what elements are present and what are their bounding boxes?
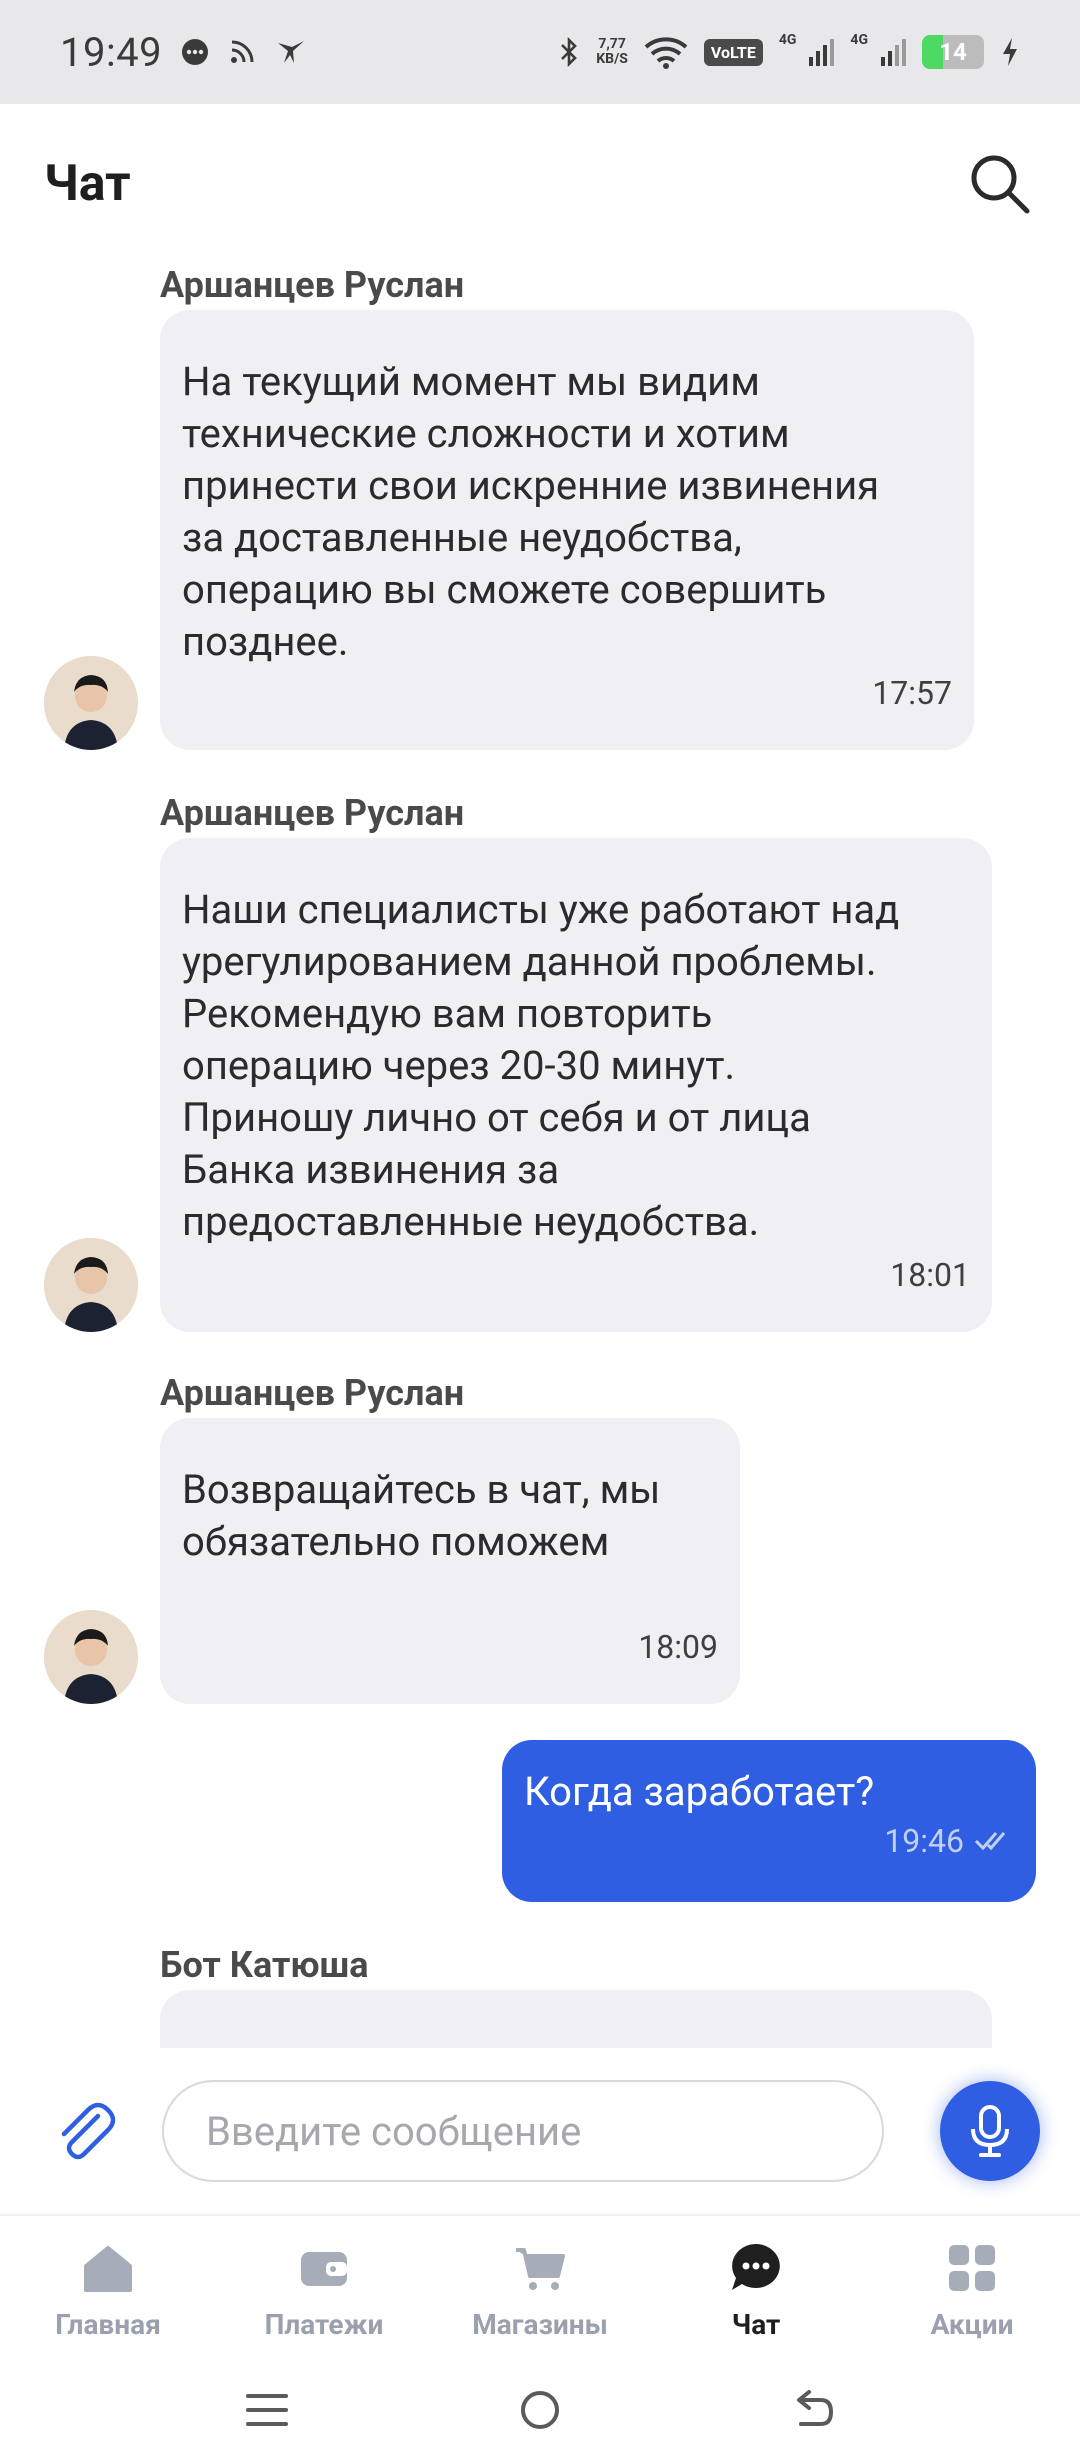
chat-icon <box>724 2236 788 2300</box>
message-time: 18:09 <box>638 1628 718 1666</box>
system-navigation <box>0 2360 1080 2460</box>
message-text: Возвращайтесь в чат, мы обязательно помо… <box>182 1466 661 1565</box>
nav-item-chat[interactable]: Чат <box>648 2216 864 2360</box>
search-button[interactable] <box>964 148 1036 220</box>
nav-item-payments[interactable]: Платежи <box>216 2216 432 2360</box>
wallet-icon <box>292 2236 356 2300</box>
signal-icon <box>880 37 906 67</box>
message-text: Когда заработает? <box>524 1768 875 1815</box>
microphone-icon <box>971 2105 1009 2157</box>
cart-icon <box>508 2236 572 2300</box>
message-input-bar <box>0 2048 1080 2214</box>
nav-item-promotions[interactable]: Акции <box>864 2216 1080 2360</box>
grid-icon <box>940 2236 1004 2300</box>
battery-indicator: 14 <box>922 35 984 69</box>
net-speed: 7,77 KB/S <box>596 36 628 67</box>
avatar[interactable] <box>44 1610 138 1704</box>
bird-icon <box>274 37 308 67</box>
message-input[interactable] <box>162 2080 884 2182</box>
bottom-navigation: Главная Платежи Магазины Чат Акции <box>0 2214 1080 2360</box>
attach-button[interactable] <box>40 2086 130 2176</box>
notification-icons <box>180 37 308 67</box>
nav-label: Магазины <box>472 2307 608 2341</box>
sender-name: Аршанцев Руслан <box>160 1372 465 1414</box>
circle-icon <box>520 2391 559 2429</box>
message-bubble[interactable]: Наши специалисты уже работают над урегул… <box>160 838 992 1332</box>
message-bubble[interactable]: На текущий момент мы видим технические с… <box>160 310 974 750</box>
message-time: 19:46 <box>884 1822 964 1860</box>
microphone-button[interactable] <box>940 2081 1040 2181</box>
nav-label: Платежи <box>264 2307 384 2341</box>
message-bubble[interactable] <box>160 1990 992 2048</box>
app-header: Чат <box>0 104 1080 264</box>
avatar[interactable] <box>44 656 138 750</box>
charging-icon <box>1000 36 1020 68</box>
menu-icon <box>245 2394 288 2426</box>
sim1-label: 4G <box>778 32 797 48</box>
message-bubble[interactable]: Возвращайтесь в чат, мы обязательно помо… <box>160 1418 740 1704</box>
status-bar: 19:49 7,77 KB/S VoLTE 4G 4G 14 <box>0 0 1080 104</box>
nav-label: Чат <box>731 2307 781 2341</box>
wifi-icon <box>644 35 688 69</box>
signal-icon <box>808 37 835 67</box>
status-right: 7,77 KB/S VoLTE 4G 4G 14 <box>558 32 1020 69</box>
status-time: 19:49 <box>60 28 163 76</box>
bluetooth-icon <box>558 36 580 68</box>
nav-item-home[interactable]: Главная <box>0 2216 216 2360</box>
sender-name: Аршанцев Руслан <box>160 792 465 834</box>
paperclip-icon <box>61 2102 116 2160</box>
recent-apps-button[interactable] <box>227 2370 307 2450</box>
message-time: 18:01 <box>890 1256 970 1294</box>
page-title: Чат <box>44 155 131 213</box>
back-icon <box>797 2390 834 2426</box>
message-outgoing[interactable]: Когда заработает? 19:46 <box>502 1740 1036 1902</box>
search-icon <box>971 155 1030 214</box>
chat-messages[interactable]: Аршанцев Руслан На текущий момент мы вид… <box>0 264 1080 2048</box>
double-check-icon <box>974 1832 1006 1851</box>
sender-name: Бот Катюша <box>160 1944 369 1986</box>
nav-label: Главная <box>55 2307 161 2341</box>
volte-badge: VoLTE <box>703 38 763 66</box>
avatar[interactable] <box>44 1238 138 1332</box>
sim2-label: 4G <box>850 32 868 48</box>
nav-label: Акции <box>930 2307 1014 2341</box>
message-time: 17:57 <box>872 674 952 712</box>
sender-name: Аршанцев Руслан <box>160 264 465 306</box>
back-button[interactable] <box>773 2370 853 2450</box>
message-text: Наши специалисты уже работают над урегул… <box>182 886 900 1245</box>
chat-bubble-icon <box>180 37 210 67</box>
home-icon <box>76 2236 140 2300</box>
nav-item-shops[interactable]: Магазины <box>432 2216 648 2360</box>
message-meta: 19:46 <box>524 1822 1014 1860</box>
home-button[interactable] <box>500 2370 580 2450</box>
rss-icon <box>228 38 256 66</box>
message-text: На текущий момент мы видим технические с… <box>182 358 880 665</box>
battery-percent: 14 <box>939 38 967 66</box>
